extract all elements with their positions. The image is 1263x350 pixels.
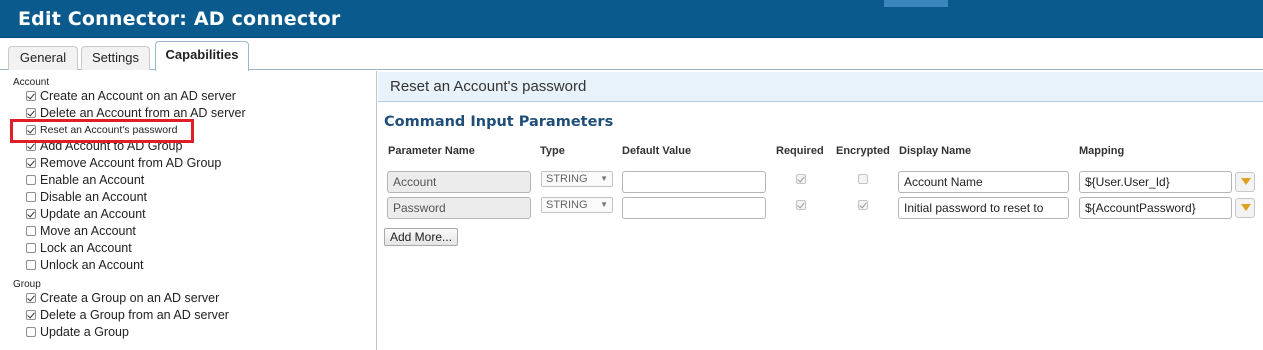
capability-item[interactable]: Enable an Account	[26, 171, 144, 188]
title-bar: Edit Connector: AD connector	[0, 0, 1263, 38]
encrypted-checkbox[interactable]	[858, 200, 868, 210]
tab-settings[interactable]: Settings	[81, 46, 150, 70]
capability-item[interactable]: Move an Account	[26, 222, 136, 239]
col-type: Type	[540, 145, 565, 157]
section-title: Command Input Parameters	[384, 114, 614, 130]
capability-item[interactable]: Lock an Account	[26, 239, 132, 256]
capability-item[interactable]: Update an Account	[26, 205, 146, 222]
required-checkbox[interactable]	[796, 174, 806, 184]
col-encrypted: Encrypted	[836, 145, 890, 157]
selection-highlight	[10, 119, 194, 143]
checkbox[interactable]	[26, 107, 36, 118]
detail-header: Reset an Account's password	[378, 72, 1263, 102]
capability-item[interactable]: Disable an Account	[26, 188, 147, 205]
add-more-button[interactable]: Add More...	[384, 228, 459, 246]
mapping-field[interactable]: ${User.User_Id}	[1079, 171, 1232, 193]
mapping-dropdown-button[interactable]	[1235, 172, 1255, 192]
default-value-field[interactable]	[622, 197, 766, 219]
parameter-name-field: Account	[387, 171, 531, 193]
checkbox[interactable]	[26, 90, 36, 101]
col-required: Required	[776, 145, 824, 157]
tab-general[interactable]: General	[8, 46, 78, 70]
caret-down-icon	[1241, 178, 1251, 185]
detail-panel: Reset an Account's password Command Inpu…	[378, 71, 1263, 350]
tab-bar: General Settings Capabilities	[0, 38, 1263, 71]
capability-item[interactable]: Delete a Group from an AD server	[26, 306, 229, 323]
caret-down-icon	[1241, 204, 1251, 211]
checkbox[interactable]	[26, 157, 36, 168]
mapping-dropdown-button[interactable]	[1235, 198, 1255, 218]
capability-item[interactable]: Unlock an Account	[26, 256, 144, 273]
capability-item[interactable]: Create a Group on an AD server	[26, 289, 219, 306]
checkbox[interactable]	[26, 292, 36, 303]
window-title: Edit Connector: AD connector	[18, 8, 341, 30]
checkbox[interactable]	[26, 174, 36, 185]
checkbox[interactable]	[26, 225, 36, 236]
type-select[interactable]: STRING ▼	[541, 171, 613, 187]
encrypted-checkbox[interactable]	[858, 174, 868, 184]
mapping-field[interactable]: ${AccountPassword}	[1079, 197, 1232, 219]
capability-item[interactable]: Update a Group	[26, 323, 129, 340]
checkbox[interactable]	[26, 309, 36, 320]
chevron-down-icon: ▼	[600, 200, 608, 209]
checkbox[interactable]	[26, 208, 36, 219]
col-mapping: Mapping	[1079, 145, 1125, 157]
display-name-field[interactable]: Initial password to reset to	[898, 197, 1069, 219]
checkbox[interactable]	[26, 191, 36, 202]
capability-item[interactable]: Remove Account from AD Group	[26, 154, 221, 171]
tab-capabilities[interactable]: Capabilities	[155, 41, 249, 71]
default-value-field[interactable]	[622, 171, 766, 193]
type-select[interactable]: STRING ▼	[541, 197, 613, 213]
detail-title: Reset an Account's password	[390, 78, 587, 95]
col-display-name: Display Name	[899, 145, 972, 157]
checkbox[interactable]	[26, 259, 36, 270]
title-accent	[884, 0, 948, 7]
col-parameter-name: Parameter Name	[388, 145, 475, 157]
display-name-field[interactable]: Account Name	[898, 171, 1069, 193]
checkbox[interactable]	[26, 326, 36, 337]
capability-item[interactable]: Create an Account on an AD server	[26, 87, 236, 104]
capabilities-list: Account Create an Account on an AD serve…	[0, 71, 377, 350]
parameter-name-field: Password	[387, 197, 531, 219]
required-checkbox[interactable]	[796, 200, 806, 210]
chevron-down-icon: ▼	[600, 174, 608, 183]
col-default-value: Default Value	[622, 145, 692, 157]
checkbox[interactable]	[26, 242, 36, 253]
